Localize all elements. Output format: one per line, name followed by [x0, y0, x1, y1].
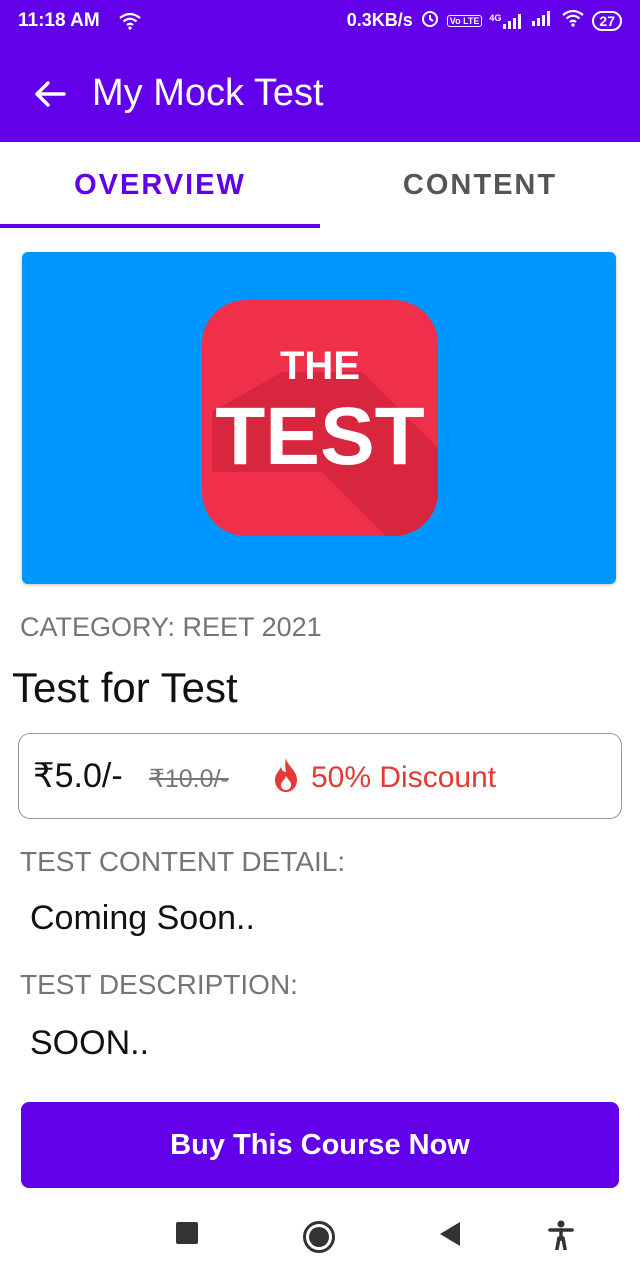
network-speed: 0.3KB/s: [346, 10, 413, 30]
course-title: Test for Test: [12, 664, 238, 711]
page-title: My Mock Test: [92, 72, 324, 114]
back-nav-icon[interactable]: [438, 1222, 462, 1251]
status-time: 11:18 AM: [18, 10, 100, 31]
app-bar: 11:18 AM 0.3KB/s Vo LTE 4G 27 My Mock Te…: [0, 0, 640, 142]
signal-icon: 4G: [489, 13, 525, 29]
description-label: TEST DESCRIPTION:: [20, 969, 298, 1000]
battery-indicator: 27: [592, 10, 622, 31]
alarm-icon: [420, 8, 440, 33]
tab-bar: OVERVIEW CONTENT: [0, 142, 640, 228]
signal-icon-2: [532, 10, 554, 31]
discount-label: 50% Discount: [311, 761, 497, 794]
logo-text-test: TEST: [215, 391, 425, 482]
home-icon[interactable]: [302, 1220, 336, 1259]
accessibility-icon[interactable]: [548, 1220, 574, 1255]
fire-icon: [269, 756, 303, 799]
original-price: ₹10.0/-: [149, 765, 229, 793]
status-indicators: 0.3KB/s Vo LTE 4G 27: [347, 8, 622, 33]
price-card: ₹5.0/- ₹10.0/- 50% Discount: [18, 733, 622, 819]
current-price: ₹5.0/-: [33, 757, 123, 795]
description-value: SOON..: [30, 1024, 150, 1062]
buy-course-button[interactable]: Buy This Course Now: [21, 1102, 619, 1188]
tab-indicator: [0, 224, 320, 228]
volte-badge: Vo LTE: [446, 14, 483, 27]
back-arrow-icon[interactable]: [30, 74, 70, 114]
system-nav-bar: [0, 1208, 640, 1280]
tab-content[interactable]: CONTENT: [320, 142, 640, 228]
wifi-icon: [118, 12, 142, 35]
tab-overview[interactable]: OVERVIEW: [0, 142, 320, 228]
status-bar: 11:18 AM 0.3KB/s Vo LTE 4G 27: [0, 0, 640, 44]
content-detail-value: Coming Soon..: [30, 899, 255, 937]
network-type: 4G: [489, 12, 502, 23]
course-banner: THE TEST: [22, 252, 616, 584]
test-logo: THE TEST: [202, 300, 438, 536]
recents-icon[interactable]: [176, 1222, 198, 1249]
wifi-icon-right: [561, 9, 585, 32]
content-detail-label: TEST CONTENT DETAIL:: [20, 846, 346, 877]
course-category: CATEGORY: REET 2021: [20, 612, 322, 642]
logo-text-the: THE: [280, 344, 360, 388]
